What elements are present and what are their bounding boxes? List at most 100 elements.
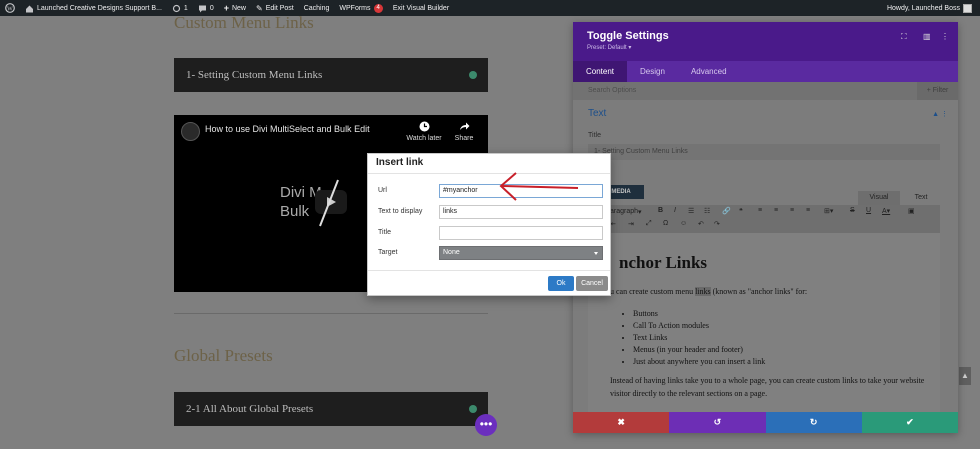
chevron-up-icon: ▲ ⋮ xyxy=(932,111,948,118)
share-button[interactable]: Share xyxy=(444,121,484,142)
target-value: None xyxy=(443,249,460,256)
list-item: Buttons xyxy=(633,308,765,320)
section-toggle-icons[interactable]: ▲ ⋮ xyxy=(932,110,948,118)
wpforms-link[interactable]: WPForms 4 xyxy=(334,0,387,16)
align-left-icon[interactable]: ≡ xyxy=(758,207,762,214)
search-options-input[interactable]: Search Options + Filter xyxy=(573,82,958,100)
slash-decoration xyxy=(319,179,339,227)
target-select[interactable]: None xyxy=(439,246,603,260)
underline-icon[interactable]: U xyxy=(866,207,871,214)
watch-later-button[interactable]: Watch later xyxy=(404,121,444,142)
account-menu[interactable]: Howdy, Launched Boss xyxy=(882,0,980,16)
comments-count: 0 xyxy=(209,4,214,12)
preset-selector[interactable]: Preset: Default ▾ xyxy=(587,44,944,51)
wpforms-label: WPForms xyxy=(339,4,371,12)
chevron-down-icon[interactable]: ▾ xyxy=(638,208,642,216)
indent-icon[interactable]: ⇥ xyxy=(628,220,634,228)
intro-text-start: u can create custom menu xyxy=(610,287,696,296)
exit-builder-link[interactable]: Exit Visual Builder xyxy=(388,0,454,16)
home-icon xyxy=(25,4,34,13)
tab-advanced[interactable]: Advanced xyxy=(678,61,740,82)
site-name-link[interactable]: Launched Creative Designs Support B... xyxy=(20,0,167,16)
list-item: Just about anywhere you can insert a lin… xyxy=(633,356,765,368)
caching-link[interactable]: Caching xyxy=(299,0,335,16)
emoji-icon[interactable]: ☺ xyxy=(680,220,687,227)
rich-text-editor[interactable]: nchor Links u can create custom menu lin… xyxy=(588,233,940,413)
section-title-text[interactable]: Text xyxy=(588,108,606,119)
text-to-display-label: Text to display xyxy=(378,208,423,215)
video-title[interactable]: How to use Divi MultiSelect and Bulk Edi… xyxy=(205,124,370,134)
undo-icon[interactable]: ↶ xyxy=(698,220,704,228)
paragraph-select[interactable]: aragraph xyxy=(610,208,638,215)
dialog-separator xyxy=(368,270,610,271)
justify-icon[interactable]: ≡ xyxy=(806,207,810,214)
editor-intro: u can create custom menu links (known as… xyxy=(610,287,807,296)
share-icon xyxy=(459,122,469,130)
more-options-button[interactable]: ••• xyxy=(475,414,497,436)
channel-logo[interactable] xyxy=(181,122,200,141)
url-label: Url xyxy=(378,187,387,194)
strikethrough-icon[interactable]: S xyxy=(850,207,855,214)
selected-text: links xyxy=(695,287,711,296)
check-icon: ✔ xyxy=(906,417,914,427)
plus-icon: + xyxy=(223,3,229,13)
editor-visual-tab[interactable]: Visual xyxy=(858,191,900,205)
wordpress-icon: W xyxy=(5,3,15,13)
bullet-list-icon[interactable]: ☰ xyxy=(688,207,694,215)
blockquote-icon[interactable]: ❝ xyxy=(739,207,743,215)
edit-post-link[interactable]: ✎ Edit Post xyxy=(251,0,299,16)
scroll-to-top-button[interactable]: ▲ xyxy=(959,367,971,385)
site-name: Launched Creative Designs Support B... xyxy=(37,4,162,12)
fullscreen-icon[interactable]: ⤢ xyxy=(646,220,652,228)
expand-icon[interactable]: ⛶ xyxy=(901,32,907,42)
title-field-label: Title xyxy=(588,132,601,139)
search-placeholder: Search Options xyxy=(588,87,637,94)
special-char-icon[interactable]: Ω xyxy=(663,220,668,227)
undo-button[interactable]: ↺ xyxy=(669,412,766,433)
panel-footer: ✖ ↺ ↻ ✔ xyxy=(573,412,958,433)
text-to-display-field[interactable]: links xyxy=(439,205,603,219)
split-icon[interactable]: ▥ xyxy=(923,32,931,41)
toggle-custom-menu-links[interactable]: 1- Setting Custom Menu Links xyxy=(174,58,488,92)
avatar xyxy=(963,3,972,13)
table-icon[interactable]: ⊞▾ xyxy=(824,207,833,215)
editor-text-tab[interactable]: Text xyxy=(902,191,940,205)
title-field[interactable] xyxy=(439,226,603,240)
editor-list: Buttons Call To Action modules Text Link… xyxy=(633,308,765,368)
updates-link[interactable]: 1 xyxy=(167,0,193,16)
new-link[interactable]: + New xyxy=(219,0,251,16)
comments-link[interactable]: 0 xyxy=(193,0,219,16)
redo-icon[interactable]: ↷ xyxy=(714,220,720,228)
list-item: Menus (in your header and footer) xyxy=(633,344,765,356)
editor-toolbar: aragraph ▾ B I ☰ ☷ 🔗 ❝ ≡ ≡ ≡ ≡ ⊞▾ S U A▾… xyxy=(588,205,940,233)
align-center-icon[interactable]: ≡ xyxy=(774,207,778,214)
intro-text-end: (known as "anchor links" for: xyxy=(710,287,808,296)
more-icon[interactable]: ⋮ xyxy=(941,32,949,41)
tab-design[interactable]: Design xyxy=(627,61,678,82)
filter-button[interactable]: + Filter xyxy=(917,82,958,100)
admin-bar: W Launched Creative Designs Support B...… xyxy=(0,0,980,16)
howdy-label: Howdy, Launched Boss xyxy=(886,4,960,12)
toggle-title: 2-1 All About Global Presets xyxy=(186,403,314,415)
align-right-icon[interactable]: ≡ xyxy=(790,207,794,214)
toggle-global-presets[interactable]: 2-1 All About Global Presets xyxy=(174,392,488,426)
title-field[interactable]: 1- Setting Custom Menu Links xyxy=(588,144,940,160)
numbered-list-icon[interactable]: ☷ xyxy=(704,207,710,215)
close-button[interactable]: ✖ xyxy=(573,412,670,433)
text-color-icon[interactable]: A▾ xyxy=(882,207,890,215)
link-icon[interactable]: 🔗 xyxy=(722,207,731,215)
wordpress-menu[interactable]: W xyxy=(0,0,20,16)
clock-icon xyxy=(419,121,429,132)
section-divider xyxy=(174,313,488,314)
ok-button[interactable]: Ok xyxy=(548,276,574,291)
panel-header: Toggle Settings Preset: Default ▾ ⛶ ▥ ⋮ xyxy=(573,22,958,61)
italic-icon[interactable]: I xyxy=(674,207,676,214)
heading-global-presets: Global Presets xyxy=(174,346,273,365)
save-button[interactable]: ✔ xyxy=(861,412,958,433)
paste-icon[interactable]: ▣ xyxy=(908,207,915,215)
tab-content[interactable]: Content xyxy=(573,61,628,82)
redo-button[interactable]: ↻ xyxy=(765,412,862,433)
bold-icon[interactable]: B xyxy=(658,207,663,214)
cancel-button[interactable]: Cancel xyxy=(576,276,608,291)
editor-heading: nchor Links xyxy=(619,253,708,272)
